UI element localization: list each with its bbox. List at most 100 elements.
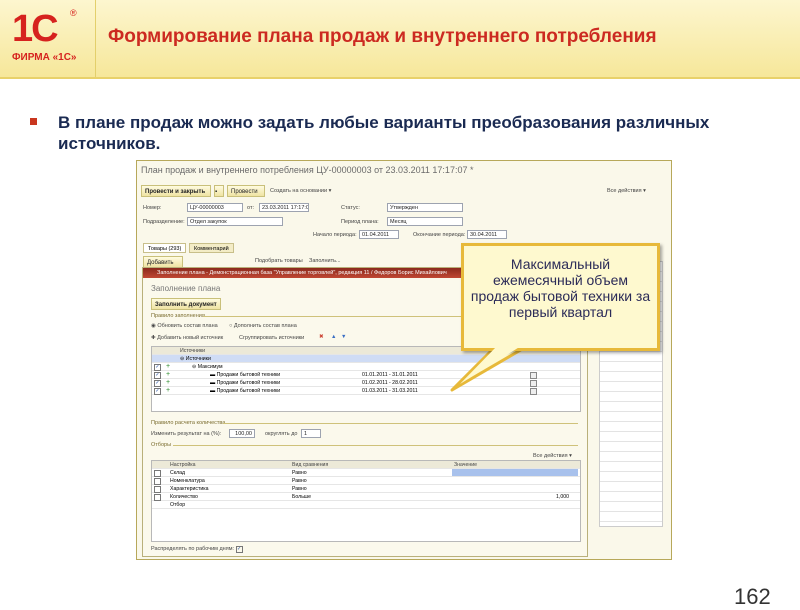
plus-icon: + — [166, 363, 171, 370]
period-label: Период плана: — [341, 219, 379, 225]
filters-section: Отборы — [151, 442, 172, 448]
row-checkbox[interactable]: ✓ — [154, 388, 161, 395]
tab-goods[interactable]: Товары (293) — [143, 243, 187, 253]
document-title: План продаж и внутреннего потребления ЦУ… — [141, 165, 474, 175]
lead-text: В плане продаж можно задать любые вариан… — [58, 113, 710, 153]
add-source-link[interactable]: ✚ Добавить новый источник — [151, 335, 223, 341]
logo-firm-name: ФИРМА «1С» — [12, 52, 77, 63]
calendar-icon[interactable] — [530, 372, 537, 379]
section-divider — [173, 445, 578, 446]
logo-mark: 1С — [12, 8, 59, 50]
group-sources-link[interactable]: Сгруппировать источники — [239, 335, 304, 341]
dialog-heading: Заполнение плана — [151, 284, 221, 293]
number-label: Номер: — [143, 205, 162, 211]
fill-rule-section: Правило заполнения — [151, 313, 205, 319]
logo: 1С ® ФИРМА «1С» — [0, 0, 96, 77]
document-screenshot: План продаж и внутреннего потребления ЦУ… — [136, 160, 672, 560]
sources-column-header: Источники — [180, 348, 206, 354]
tab-comment[interactable]: Комментарий — [189, 243, 234, 253]
fill-link[interactable]: Заполнить... — [309, 258, 341, 264]
change-result-field[interactable]: 100,00 — [229, 429, 255, 438]
radio-update-plan[interactable]: ◉ Обновить состав плана — [151, 323, 218, 329]
filter-value: 1,000 — [556, 494, 569, 500]
round-field[interactable]: 1 — [301, 429, 321, 438]
calendar-icon[interactable] — [530, 380, 537, 387]
distribute-workdays-checkbox[interactable]: ✓ — [235, 546, 243, 553]
source-period: 01.01.2011 - 31.01.2011 — [362, 372, 418, 378]
source-row[interactable]: ✓ + ▬ Продажи бытовой техники 01.02.2011… — [152, 379, 580, 387]
post-and-close-button[interactable]: Провести и закрыть — [141, 185, 211, 197]
filter-row[interactable]: Количество Больше 1,000 — [152, 493, 580, 501]
row-checkbox[interactable] — [154, 478, 161, 485]
plus-icon: + — [166, 387, 171, 394]
filters-header-value: Значение — [454, 462, 478, 468]
slide-title: Формирование плана продаж и внутреннего … — [108, 26, 657, 47]
distribute-workdays-label: Распределять по рабочим дням: ✓ — [151, 546, 243, 553]
sources-table: Источники ⊖ Источники ✓ + ⊖ Максимум ✓ +… — [151, 346, 581, 412]
row-checkbox[interactable] — [154, 486, 161, 493]
start-period-label: Начало периода: — [313, 232, 357, 238]
plus-icon: + — [166, 371, 171, 378]
row-checkbox[interactable]: ✓ — [154, 364, 161, 371]
filter-setting: Склад — [170, 470, 186, 476]
move-up-icon[interactable]: ▲ — [331, 334, 336, 340]
filters-header-compare: Вид сравнения — [292, 462, 329, 468]
filter-row[interactable]: Отбор — [152, 501, 580, 509]
filter-value-selected[interactable] — [452, 469, 578, 476]
source-name: ▬ Продажи бытовой техники — [210, 380, 281, 386]
filters-header-setting: Настройка — [170, 462, 196, 468]
source-row[interactable]: ✓ + ▬ Продажи бытовой техники 01.01.2011… — [152, 371, 580, 379]
filter-row[interactable]: Номенклатура Равно — [152, 477, 580, 485]
source-period: 01.03.2011 - 31.03.2011 — [362, 388, 418, 394]
source-name: ▬ Продажи бытовой техники — [210, 372, 281, 378]
create-based-link[interactable]: Создать на основании ▾ — [270, 188, 331, 194]
filters-header-row: Настройка Вид сравнения Значение — [152, 461, 580, 469]
row-checkbox[interactable] — [154, 470, 161, 477]
source-period: 01.02.2011 - 28.02.2011 — [362, 380, 418, 386]
filter-compare: Равно — [292, 470, 307, 476]
round-label: округлять до — [265, 431, 298, 437]
filter-setting: Номенклатура — [170, 478, 205, 484]
radio-add-label: Дополнить состав плана — [233, 323, 297, 329]
filter-row[interactable]: Характеристика Равно — [152, 485, 580, 493]
move-down-icon[interactable]: ▼ — [341, 334, 346, 340]
radio-update-label: Обновить состав плана — [157, 323, 218, 329]
section-divider — [223, 423, 578, 424]
source-name: ▬ Продажи бытовой техники — [210, 388, 281, 394]
add-source-label: Добавить новый источник — [157, 335, 224, 341]
radio-add-plan[interactable]: ○ Дополнить состав плана — [229, 323, 297, 329]
calc-rule-section: Правило расчета количества — [151, 420, 226, 426]
row-checkbox[interactable]: ✓ — [154, 372, 161, 379]
filters-all-actions-menu[interactable]: Все действия ▾ — [533, 453, 572, 459]
change-result-label: Изменить результат на (%): — [151, 431, 222, 437]
filter-setting: Количество — [170, 494, 198, 500]
page-number: 162 — [734, 584, 771, 609]
callout-text: Максимальный ежемесячный объем продаж бы… — [470, 256, 651, 320]
date-field[interactable]: 23.03.2011 17:17:07 — [259, 203, 309, 212]
filter-setting: Характеристика — [170, 486, 209, 492]
status-field[interactable]: Утвержден — [387, 203, 463, 212]
post-button[interactable]: Провести — [227, 185, 265, 197]
status-label: Статус: — [341, 205, 360, 211]
row-checkbox[interactable] — [154, 494, 161, 501]
start-period-field[interactable]: 01.04.2011 — [359, 230, 399, 239]
number-field[interactable]: ЦУ-00000003 — [187, 203, 243, 212]
end-period-field[interactable]: 30.04.2011 — [467, 230, 507, 239]
fill-document-button[interactable]: Заполнить документ — [151, 298, 221, 310]
filter-compare: Равно — [292, 486, 307, 492]
sources-group-label: ⊖ Максимум — [192, 364, 223, 370]
pick-goods-link[interactable]: Подобрать товары — [255, 258, 303, 264]
all-actions-menu[interactable]: Все действия ▾ — [607, 188, 646, 194]
save-icon[interactable]: ▪ — [214, 185, 224, 197]
filter-compare: Больше — [292, 494, 311, 500]
row-checkbox[interactable]: ✓ — [154, 380, 161, 387]
sources-root-row[interactable]: ⊖ Источники — [152, 355, 580, 363]
sources-group-row[interactable]: ✓ + ⊖ Максимум — [152, 363, 580, 371]
delete-icon[interactable]: ✖ — [319, 334, 324, 340]
subdivision-label: Подразделение: — [143, 219, 185, 225]
filter-row[interactable]: Склад Равно — [152, 469, 580, 477]
source-row[interactable]: ✓ + ▬ Продажи бытовой техники 01.03.2011… — [152, 387, 580, 395]
calendar-icon[interactable] — [530, 388, 537, 395]
period-field[interactable]: Месяц — [387, 217, 463, 226]
subdivision-field[interactable]: Отдел закупок — [187, 217, 283, 226]
